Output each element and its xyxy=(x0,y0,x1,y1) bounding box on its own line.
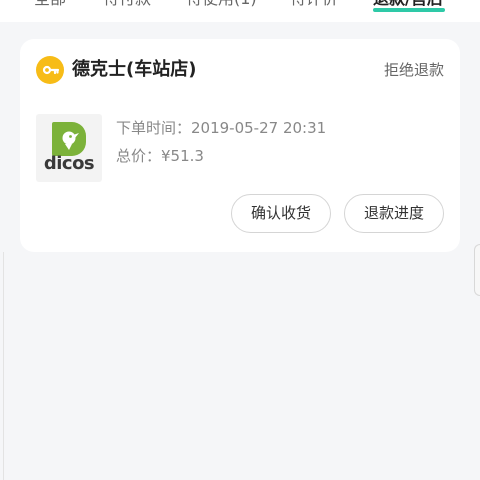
tab-to-use[interactable]: 待使用(1) xyxy=(186,0,257,11)
order-time: 下单时间：2019-05-27 20:31 xyxy=(116,119,327,137)
logo-text: dicos xyxy=(43,153,95,174)
dicos-bird-icon xyxy=(52,122,86,156)
store-logo: dicos xyxy=(36,114,102,182)
left-edge-divider xyxy=(0,252,4,480)
order-tab-bar: 全部 待付款 待使用(1) 待评价 退款/售后 xyxy=(0,0,480,22)
active-tab-indicator xyxy=(373,8,445,12)
refund-progress-button[interactable]: 退款进度 xyxy=(344,194,444,233)
refund-status: 拒绝退款 xyxy=(383,61,444,79)
order-card[interactable]: 德克士(车站店) 拒绝退款 dicos 下单时间：2019-05-27 20:3… xyxy=(20,39,460,252)
tab-all[interactable]: 全部 xyxy=(34,0,66,11)
tab-to-review[interactable]: 待评价 xyxy=(290,0,338,11)
confirm-receipt-button[interactable]: 确认收货 xyxy=(231,194,331,233)
store-name[interactable]: 德克士(车站店) xyxy=(72,57,196,83)
tab-pending-payment[interactable]: 待付款 xyxy=(103,0,151,11)
store-icon xyxy=(36,56,64,84)
order-total: 总价：¥51.3 xyxy=(116,147,204,165)
side-scroll-handle[interactable] xyxy=(474,244,480,296)
